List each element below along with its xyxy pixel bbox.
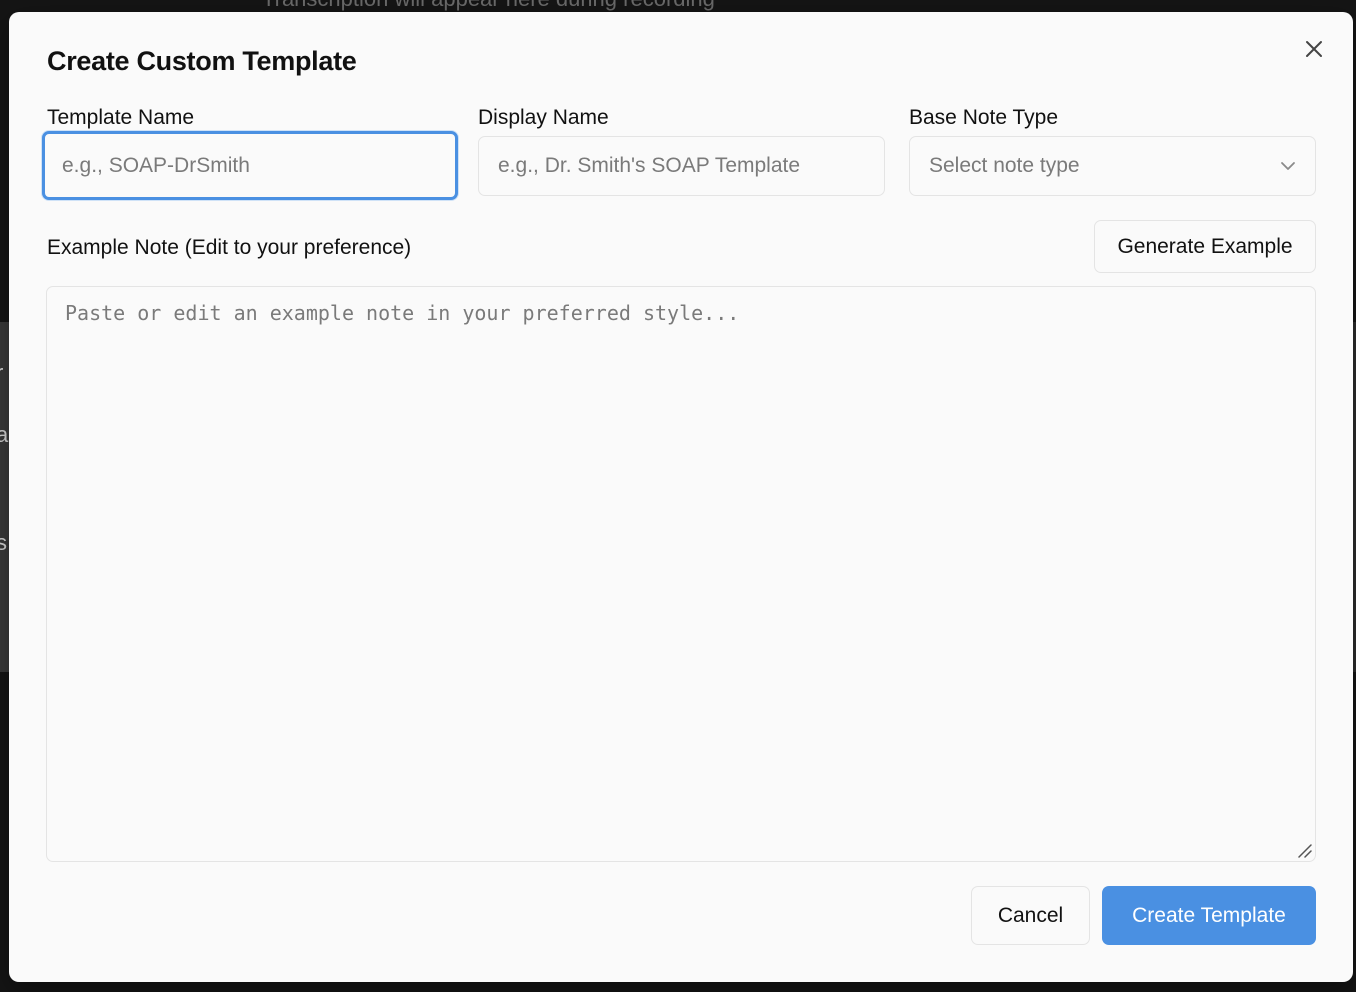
base-note-type-select[interactable]: Select note type (909, 136, 1316, 196)
background-fragment: r (0, 360, 3, 386)
create-template-button[interactable]: Create Template (1102, 886, 1316, 945)
display-name-input[interactable] (478, 136, 885, 196)
display-name-label: Display Name (478, 106, 609, 129)
background-transcription-text: Transcription will appear here during re… (262, 0, 715, 12)
example-note-label: Example Note (Edit to your preference) (47, 236, 412, 259)
close-button[interactable] (1301, 36, 1327, 62)
select-placeholder: Select note type (929, 154, 1080, 177)
create-template-dialog: Create Custom Template Template Name Dis… (9, 12, 1353, 982)
dialog-title: Create Custom Template (47, 46, 357, 76)
background-fragment: a (0, 422, 9, 447)
resize-handle-icon[interactable] (1296, 842, 1312, 858)
close-icon (1306, 41, 1322, 57)
chevron-down-icon (1280, 161, 1296, 171)
generate-example-button[interactable]: Generate Example (1094, 220, 1316, 273)
template-name-input[interactable] (42, 131, 458, 200)
base-note-type-label: Base Note Type (909, 106, 1059, 129)
template-name-label: Template Name (47, 106, 195, 129)
example-note-textarea[interactable] (46, 286, 1316, 862)
background-fragment: s (0, 530, 7, 555)
cancel-button[interactable]: Cancel (971, 886, 1090, 945)
